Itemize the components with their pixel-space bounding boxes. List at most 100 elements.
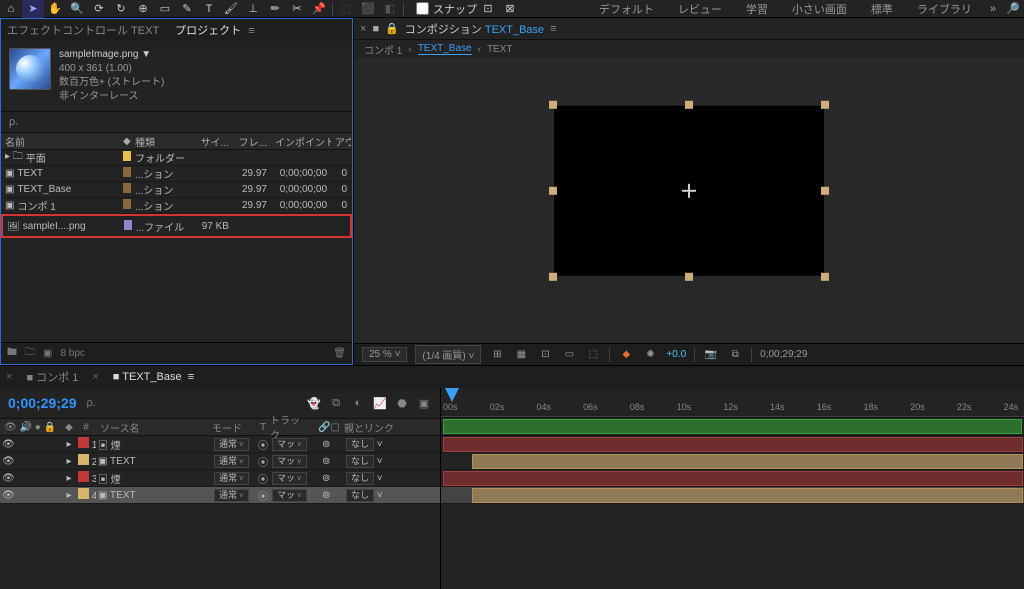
motionblur-toggle-icon[interactable]: ◐ (350, 397, 366, 410)
render-icon[interactable]: ▣ (416, 397, 432, 410)
puppet-tool[interactable]: 📌 (308, 0, 330, 18)
layer-row[interactable]: 👁 ▸ 4▣ TEXT通常˅⦿マッ˅⊚ なし ˅ (0, 487, 440, 504)
timeline-track-area[interactable]: 00s02s04s06s08s10s12s14s16s18s20s22s24s (440, 388, 1024, 589)
stamp-tool[interactable]: ⊥ (242, 0, 264, 18)
track-row[interactable] (441, 487, 1024, 504)
col-name[interactable]: 名前 (1, 134, 119, 149)
handle-tl[interactable] (549, 100, 557, 108)
track-row[interactable] (441, 470, 1024, 487)
exposure-reset-icon[interactable]: ✺ (642, 347, 658, 363)
composition-frame[interactable] (554, 105, 824, 275)
handle-mr[interactable] (821, 186, 829, 194)
handle-br[interactable] (821, 272, 829, 280)
quality-dropdown[interactable]: (1/4 画質) ˅ (415, 345, 481, 364)
new-folder-icon[interactable]: 🗀 (25, 345, 35, 362)
viewer-lock-icon[interactable]: 🔒 (385, 22, 399, 35)
snap-opt-icon[interactable]: ⊡ (477, 0, 499, 18)
track-row[interactable] (441, 436, 1024, 453)
col-mode[interactable]: モード (212, 420, 256, 435)
panel-menu-icon[interactable]: ≡ (248, 25, 254, 37)
exposure-value[interactable]: +0.0 (666, 349, 686, 360)
current-time[interactable]: 0;00;29;29 (760, 349, 807, 360)
viewer-close-icon[interactable]: × (360, 23, 366, 35)
guide-icon[interactable]: ⊡ (537, 347, 553, 363)
playhead[interactable] (445, 388, 459, 402)
layer-row[interactable]: 👁 ▸ 3▣ 煙通常˅⦿マッ˅⊚ なし ˅ (0, 470, 440, 487)
bc-item[interactable]: コンポ 1 (364, 42, 402, 57)
project-item[interactable]: ▣ TEXT...ション29.970;00;00;000 (1, 166, 352, 182)
interpret-icon[interactable]: 🖿 (7, 345, 17, 362)
rect-tool[interactable]: ▭ (154, 0, 176, 18)
snap-toggle[interactable]: スナップ (416, 1, 477, 17)
workspace-more-icon[interactable]: » (984, 3, 1002, 15)
timeline-tab-active[interactable]: ■ TEXT_Base ≡ (113, 371, 194, 383)
handle-tr[interactable] (821, 100, 829, 108)
tab-project[interactable]: プロジェクト ≡ (175, 22, 254, 38)
grid-icon[interactable]: ⊞ (489, 347, 505, 363)
handle-ml[interactable] (549, 186, 557, 194)
orbit-tool[interactable]: ⟳ (88, 0, 110, 18)
anchor-tool[interactable]: ⊕ (132, 0, 154, 18)
show-snapshot-icon[interactable]: ⧉ (727, 347, 743, 363)
bc-item[interactable]: TEXT (487, 44, 513, 55)
col-t[interactable]: T (256, 422, 270, 433)
layer-bar[interactable] (443, 437, 1023, 452)
brush-tool[interactable]: 🖌 (220, 0, 242, 18)
timeline-current-time[interactable]: 0;00;29;29 (8, 395, 77, 411)
draft3d-icon[interactable]: ⬣ (394, 397, 410, 410)
col-out[interactable]: アウ (331, 134, 351, 149)
handle-tc[interactable] (685, 100, 693, 108)
zoom-dropdown[interactable]: 25 % ˅ (362, 347, 407, 362)
handle-bc[interactable] (685, 272, 693, 280)
snap-opt2-icon[interactable]: ⊠ (499, 0, 521, 18)
eraser-tool[interactable]: ✏ (264, 0, 286, 18)
shy-toggle-icon[interactable]: 👻 (306, 397, 322, 410)
roto-tool[interactable]: ✂ (286, 0, 308, 18)
selection-tool[interactable]: ➤ (22, 0, 44, 18)
graph-editor-icon[interactable]: 📈 (372, 397, 388, 410)
trash-icon[interactable]: 🗑 (333, 348, 346, 359)
frameblend-toggle-icon[interactable]: ⧉ (328, 397, 344, 410)
workspace-small[interactable]: 小さい画面 (780, 1, 859, 17)
layer-bar[interactable] (472, 454, 1023, 469)
col-source-name[interactable]: ソース名 (96, 420, 212, 435)
project-search[interactable]: ρ. (1, 111, 352, 132)
bc-item-active[interactable]: TEXT_Base (418, 43, 472, 55)
col-size[interactable]: サイ... (191, 134, 233, 149)
timeline-tab[interactable]: ■ コンポ 1 (26, 369, 78, 385)
workspace-review[interactable]: レビュー (666, 1, 734, 17)
col-type[interactable]: 種類 (131, 134, 191, 149)
snapshot-icon[interactable]: 📷 (703, 347, 719, 363)
type-tool[interactable]: T (198, 0, 220, 18)
track-row[interactable] (441, 453, 1024, 470)
col-link-icons[interactable]: 🔗▢ (314, 422, 344, 433)
color-mgmt-icon[interactable]: ◆ (618, 347, 634, 363)
timeline-search[interactable]: ρ. (87, 397, 96, 409)
work-area-bar[interactable] (443, 419, 1022, 434)
axis-world-icon[interactable]: ⬛ (357, 0, 379, 18)
anchor-point-icon[interactable] (682, 183, 696, 197)
hand-tool[interactable]: ✋ (44, 0, 66, 18)
time-ruler[interactable]: 00s02s04s06s08s10s12s14s16s18s20s22s24s (441, 388, 1024, 418)
project-item-list[interactable]: ▸ 🗀 平面フォルダー▣ TEXT...ション29.970;00;00;000▣… (1, 150, 352, 342)
axis-local-icon[interactable]: ⬚ (335, 0, 357, 18)
project-item[interactable]: ▣ TEXT_Base...ション29.970;00;00;000 (1, 182, 352, 198)
col-in[interactable]: インポイント (271, 134, 331, 149)
rotate-tool[interactable]: ↻ (110, 0, 132, 18)
col-parent[interactable]: 親とリンク (344, 420, 424, 435)
home-tool[interactable]: ⌂ (0, 0, 22, 18)
col-fr[interactable]: フレ... (233, 134, 271, 149)
layer-bar[interactable] (472, 488, 1023, 503)
project-item[interactable]: ▸ 🗀 平面フォルダー (1, 150, 352, 166)
workspace-library[interactable]: ライブラリ (905, 1, 984, 17)
workspace-learn[interactable]: 学習 (734, 1, 780, 17)
layer-bar[interactable] (443, 471, 1023, 486)
col-label[interactable]: ◆ (119, 136, 131, 147)
layer-row[interactable]: 👁 ▸ 1▣ 煙通常˅⦿マッ˅⊚ なし ˅ (0, 436, 440, 453)
tab-effect-controls[interactable]: エフェクトコントロール TEXT (7, 22, 159, 38)
pen-tool[interactable]: ✎ (176, 0, 198, 18)
workspace-standard[interactable]: 標準 (859, 1, 905, 17)
axis-view-icon[interactable]: ◧ (379, 0, 401, 18)
channel-icon[interactable]: ▭ (561, 347, 577, 363)
col-layer-number[interactable]: # (76, 422, 96, 433)
